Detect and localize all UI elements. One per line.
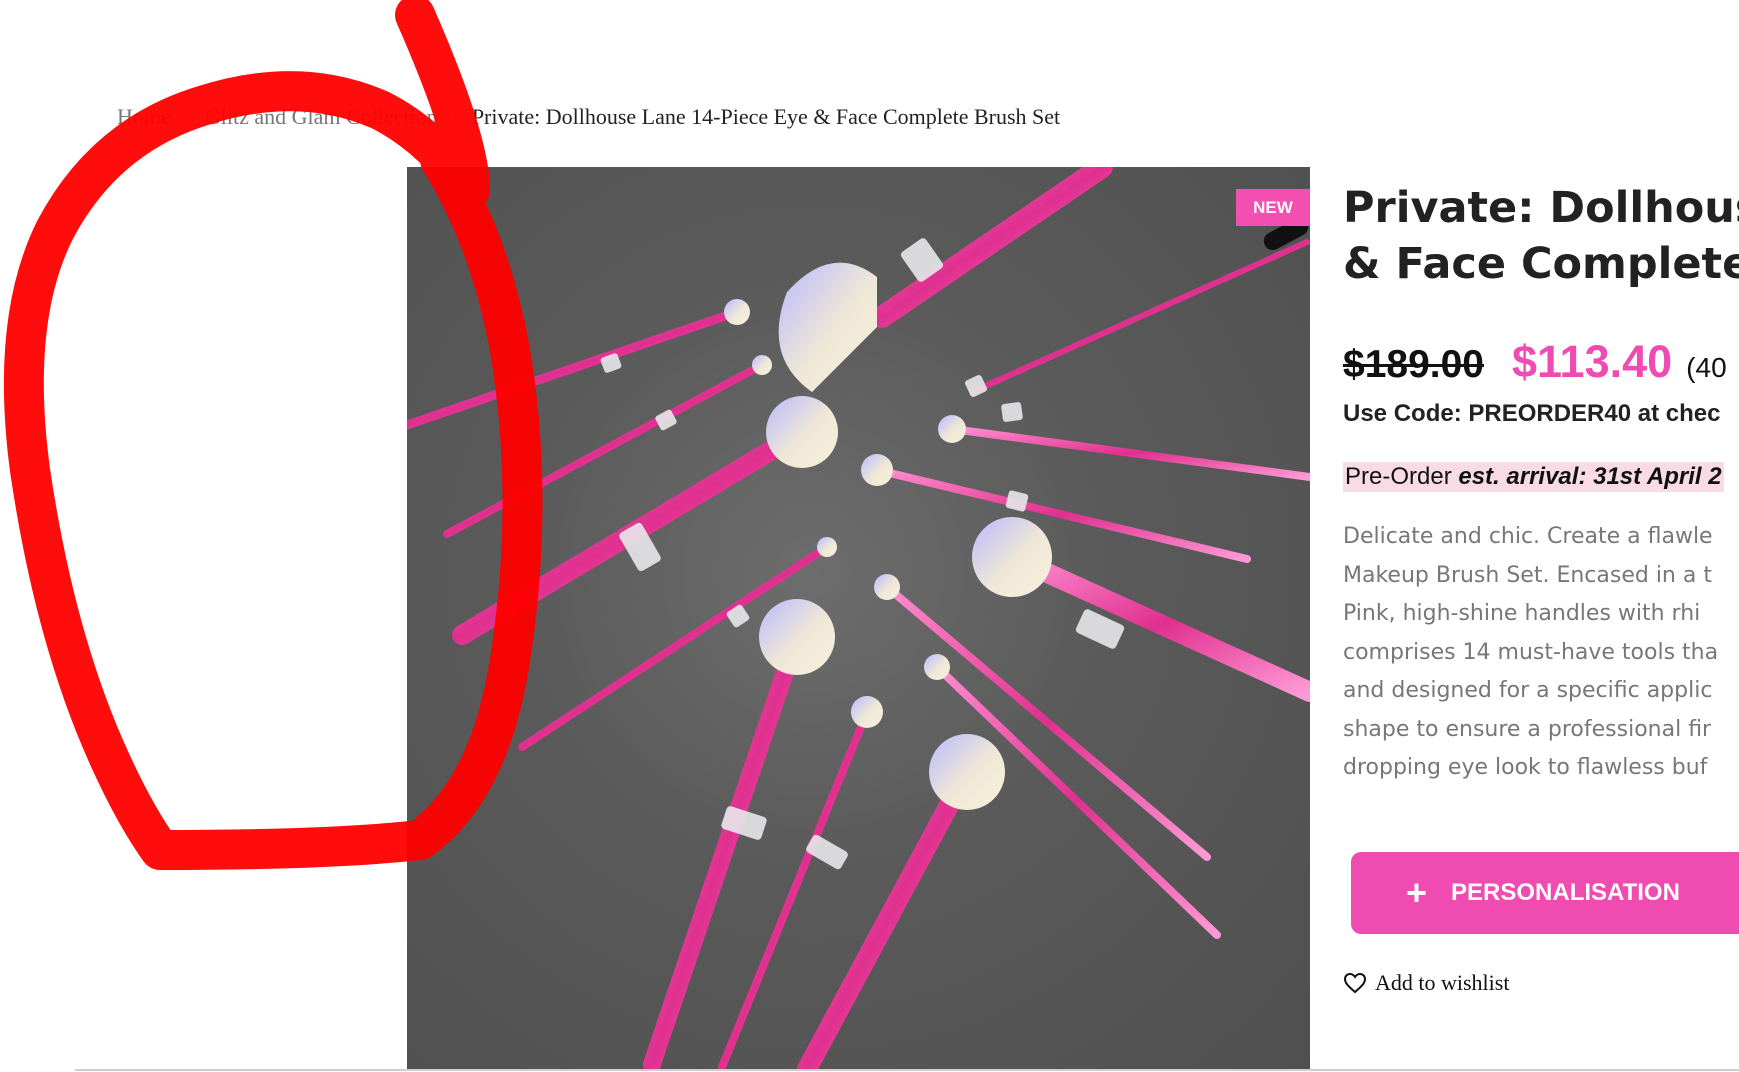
- personalisation-label: PERSONALISATION: [1451, 879, 1680, 906]
- add-to-wishlist-link[interactable]: Add to wishlist: [1343, 970, 1509, 996]
- wishlist-label: Add to wishlist: [1375, 970, 1510, 995]
- product-title: Private: Dollhouse & Face Complete: [1343, 180, 1739, 292]
- price-row: $189.00 $113.40 (40: [1343, 336, 1739, 388]
- product-title-line: & Face Complete: [1343, 239, 1739, 289]
- description-line: Pink, high-shine handles with rhi: [1343, 601, 1701, 626]
- sale-price: $113.40: [1511, 336, 1673, 387]
- personalisation-button[interactable]: + PERSONALISATION: [1351, 852, 1739, 934]
- plus-icon: +: [1406, 872, 1428, 913]
- breadcrumb-separator: /: [184, 104, 191, 129]
- discount-label: (40: [1686, 352, 1727, 383]
- product-details: Private: Dollhouse & Face Complete $189.…: [1343, 180, 1739, 788]
- preorder-arrival: est. arrival: 31st April 2: [1458, 463, 1722, 490]
- new-badge: NEW: [1236, 189, 1310, 226]
- description-line: Delicate and chic. Create a flawle: [1343, 524, 1713, 549]
- product-description: Delicate and chic. Create a flawle Makeu…: [1343, 518, 1739, 788]
- breadcrumb-category-link[interactable]: Glitz and Glam Collection: [205, 104, 438, 130]
- divider: [75, 1069, 1739, 1071]
- brush-set-illustration: [407, 167, 1310, 1069]
- description-line: and designed for a specific applic: [1343, 678, 1713, 703]
- product-title-line: Private: Dollhouse: [1343, 183, 1739, 233]
- original-price: $189.00: [1343, 343, 1484, 386]
- breadcrumb-current: Private: Dollhouse Lane 14-Piece Eye & F…: [471, 104, 1061, 129]
- description-line: Makeup Brush Set. Encased in a t: [1343, 562, 1712, 588]
- preorder-label: Pre-Order: [1345, 463, 1452, 490]
- product-image[interactable]: NEW: [407, 167, 1310, 1069]
- description-line: shape to ensure a professional fir: [1343, 716, 1712, 742]
- breadcrumb-home-link[interactable]: Home: [117, 104, 171, 130]
- description-line: comprises 14 must-have tools tha: [1343, 639, 1719, 665]
- promo-code-text: Use Code: PREORDER40 at chec: [1343, 400, 1721, 427]
- heart-icon: [1343, 972, 1367, 994]
- breadcrumb: Home / Glitz and Glam Collection / Priva…: [117, 104, 1060, 130]
- description-line: dropping eye look to flawless buf: [1343, 755, 1708, 780]
- preorder-banner: Pre-Order est. arrival: 31st April 2: [1343, 462, 1724, 492]
- breadcrumb-separator: /: [451, 104, 458, 129]
